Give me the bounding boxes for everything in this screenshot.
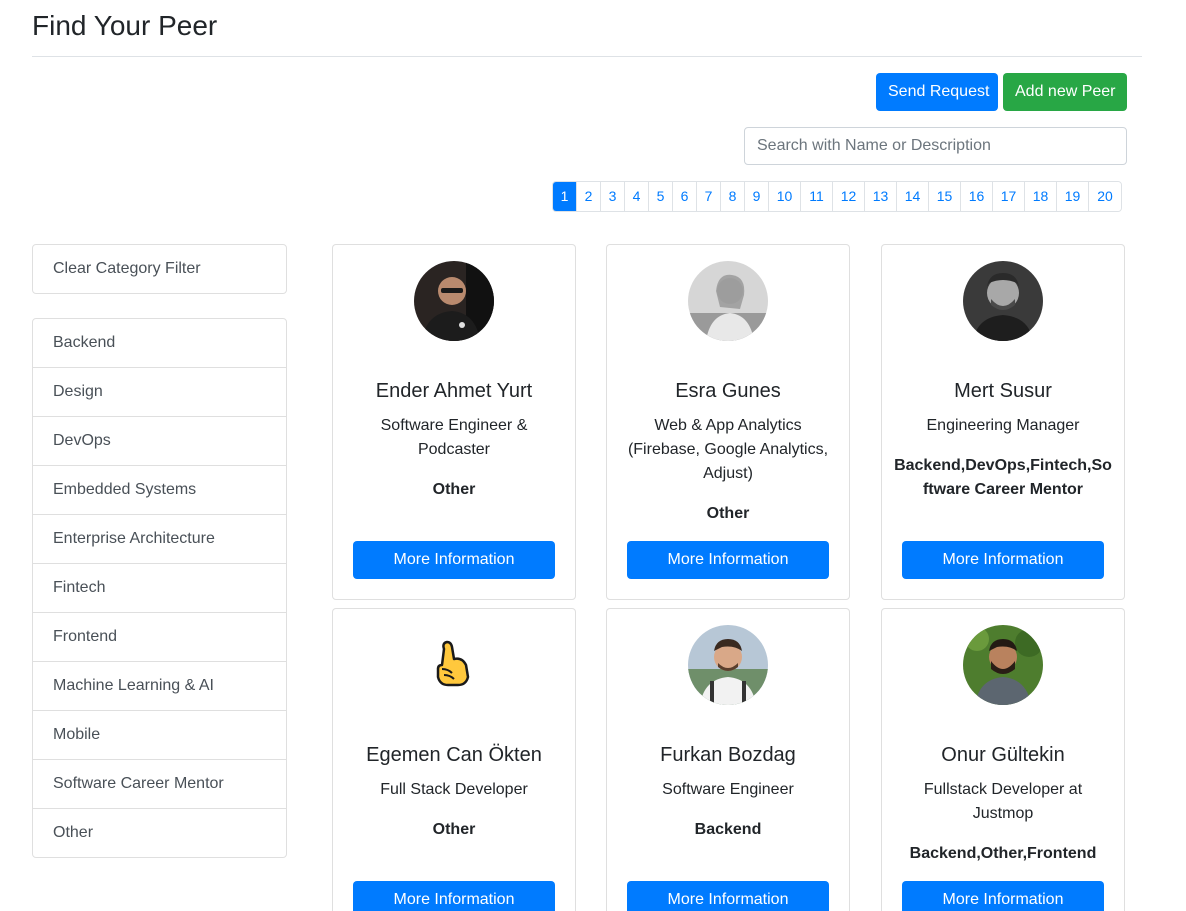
more-information-button[interactable]: More Information [902, 541, 1104, 579]
page-link-12[interactable]: 12 [833, 182, 865, 211]
page-link-11[interactable]: 11 [801, 182, 833, 211]
page-link-16[interactable]: 16 [961, 182, 993, 211]
peer-description: Engineering Manager [926, 417, 1080, 434]
peer-card: Onur Gültekin Fullstack Developer at Jus… [881, 608, 1125, 911]
peer-categories: Other [706, 505, 750, 522]
page-link-8[interactable]: 8 [721, 182, 745, 211]
peer-description: Web & App Analytics (Firebase, Google An… [627, 417, 829, 482]
more-information-button[interactable]: More Information [627, 541, 829, 579]
title-divider [32, 56, 1142, 57]
peer-categories: Backend [694, 821, 762, 838]
page-title: Find Your Peer [32, 10, 218, 41]
avatar [688, 625, 768, 705]
page-link-13[interactable]: 13 [865, 182, 897, 211]
page-link-9[interactable]: 9 [745, 182, 769, 211]
page-link-10[interactable]: 10 [769, 182, 801, 211]
page: Find Your Peer Send Request Add new Peer… [0, 0, 1186, 911]
peer-description: Software Engineer [662, 781, 794, 798]
avatar [688, 261, 768, 341]
send-request-button[interactable]: Send Request [876, 73, 998, 111]
page-link-3[interactable]: 3 [601, 182, 625, 211]
avatar [414, 261, 494, 341]
clear-category-filter[interactable]: Clear Category Filter [32, 244, 287, 294]
peer-card: Egemen Can Ökten Full Stack Developer Ot… [332, 608, 576, 911]
category-enterprise-architecture[interactable]: Enterprise Architecture [33, 515, 286, 564]
peer-name: Onur Gültekin [941, 744, 1065, 766]
page-link-15[interactable]: 15 [929, 182, 961, 211]
page-link-6[interactable]: 6 [673, 182, 697, 211]
peer-card: Esra Gunes Web & App Analytics (Firebase… [606, 244, 850, 600]
peer-categories: Other [432, 821, 476, 838]
category-other[interactable]: Other [33, 809, 286, 857]
peer-name: Mert Susur [954, 380, 1052, 402]
page-link-2[interactable]: 2 [577, 182, 601, 211]
more-information-button[interactable]: More Information [353, 881, 555, 911]
page-link-5[interactable]: 5 [649, 182, 673, 211]
page-link-4[interactable]: 4 [625, 182, 649, 211]
page-link-7[interactable]: 7 [697, 182, 721, 211]
more-information-button[interactable]: More Information [902, 881, 1104, 911]
peer-categories: Backend,DevOps,Fintech,Software Career M… [894, 457, 1112, 498]
avatar [963, 261, 1043, 341]
page-link-20[interactable]: 20 [1089, 182, 1121, 211]
peer-name: Egemen Can Ökten [366, 744, 542, 766]
peer-card: Ender Ahmet Yurt Software Engineer & Pod… [332, 244, 576, 600]
category-fintech[interactable]: Fintech [33, 564, 286, 613]
category-frontend[interactable]: Frontend [33, 613, 286, 662]
more-information-button[interactable]: More Information [627, 881, 829, 911]
category-embedded-systems[interactable]: Embedded Systems [33, 466, 286, 515]
more-information-button[interactable]: More Information [353, 541, 555, 579]
page-link-1[interactable]: 1 [553, 182, 577, 211]
category-machine-learning-ai[interactable]: Machine Learning & AI [33, 662, 286, 711]
pagination: 1 2 3 4 5 6 7 8 9 10 11 12 13 14 15 16 1… [552, 181, 1122, 212]
peer-card: Furkan Bozdag Software Engineer Backend … [606, 608, 850, 911]
peer-name: Furkan Bozdag [660, 744, 796, 766]
peer-categories: Backend,Other,Frontend [909, 845, 1097, 862]
category-mobile[interactable]: Mobile [33, 711, 286, 760]
search-input[interactable] [744, 127, 1127, 165]
avatar [963, 625, 1043, 705]
category-backend[interactable]: Backend [33, 319, 286, 368]
page-link-17[interactable]: 17 [993, 182, 1025, 211]
page-link-18[interactable]: 18 [1025, 182, 1057, 211]
add-new-peer-button[interactable]: Add new Peer [1003, 73, 1127, 111]
peer-name: Esra Gunes [675, 380, 781, 402]
category-software-career-mentor[interactable]: Software Career Mentor [33, 760, 286, 809]
page-link-19[interactable]: 19 [1057, 182, 1089, 211]
category-design[interactable]: Design [33, 368, 286, 417]
peer-card: Mert Susur Engineering Manager Backend,D… [881, 244, 1125, 600]
peer-description: Fullstack Developer at Justmop [923, 781, 1083, 822]
peer-description: Full Stack Developer [380, 781, 528, 798]
category-list: Backend Design DevOps Embedded Systems E… [32, 318, 287, 858]
page-link-14[interactable]: 14 [897, 182, 929, 211]
peer-name: Ender Ahmet Yurt [375, 380, 533, 402]
call-me-hand-emoji-icon [414, 625, 494, 705]
category-devops[interactable]: DevOps [33, 417, 286, 466]
peer-description: Software Engineer & Podcaster [380, 417, 528, 458]
peer-categories: Other [432, 481, 476, 498]
